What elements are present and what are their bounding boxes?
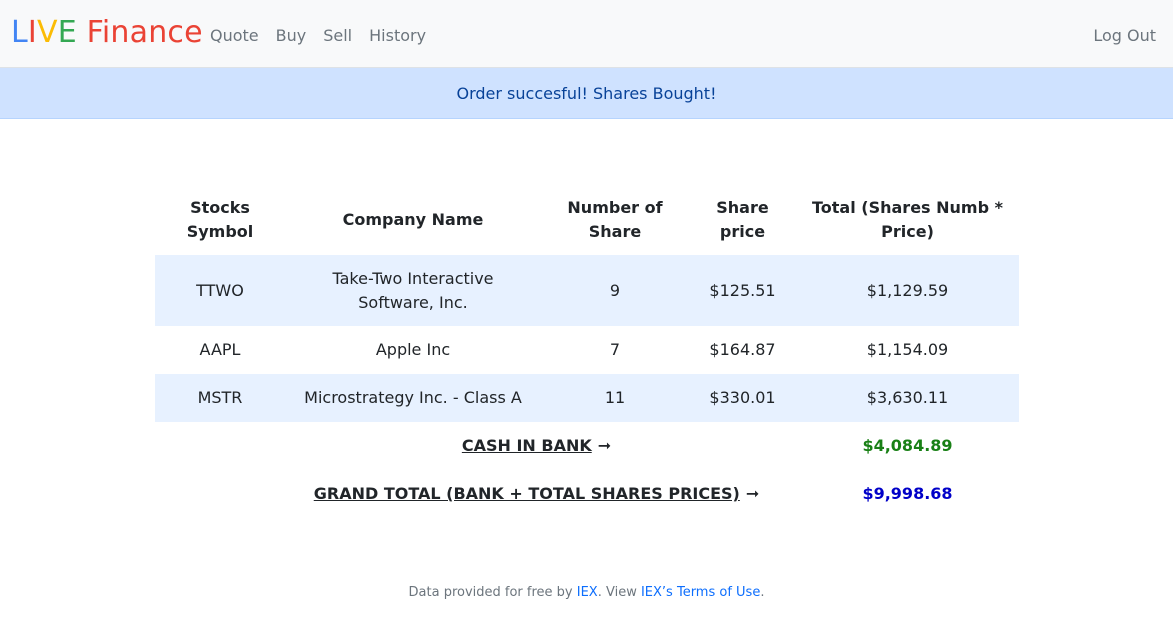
success-alert: Order succesful! Shares Bought! [0,68,1173,119]
footer-prefix: Data provided for free by [408,585,577,600]
terms-link[interactable]: IEX’s Terms of Use [641,585,760,600]
footer-suffix: . [760,585,765,600]
brand-finance: Finance [76,15,203,50]
iex-link[interactable]: IEX [577,585,598,600]
cell-price: $164.87 [709,340,776,359]
portfolio-table: Stocks Symbol Company Name Number of Sha… [155,184,1019,518]
cell-total: $1,154.09 [866,340,949,359]
footer-middle: . View [597,585,641,600]
nav-link-history[interactable]: History [369,24,426,48]
header-price: Share price [716,197,769,241]
header-symbol: Stocks Symbol [186,197,254,241]
cash-label: CASH IN BANK [461,436,592,455]
nav-link-sell[interactable]: Sell [323,24,352,48]
cell-total: $3,630.11 [866,388,949,407]
brand-logo[interactable]: LIVE Finance [11,13,203,53]
cell-shares: 11 [604,388,626,407]
table-row: MSTR Microstrategy Inc. - Class A 11 $33… [155,374,1019,422]
grand-total-row: GRAND TOTAL (BANK + TOTAL SHARES PRICES)… [155,470,1019,518]
grand-total-label-cell: GRAND TOTAL (BANK + TOTAL SHARES PRICES)… [155,470,796,518]
logout-link[interactable]: Log Out [1093,24,1156,48]
brand-letter-i: I [27,15,37,50]
footer: Data provided for free by IEX. View IEX’… [0,584,1173,602]
cell-symbol: TTWO [196,280,244,300]
nav-link-quote[interactable]: Quote [210,24,259,48]
cell-total: $1,129.59 [866,280,949,300]
grand-total-label: GRAND TOTAL (BANK + TOTAL SHARES PRICES) [313,484,740,503]
header-total: Total (Shares Numb * Price) [812,197,1003,241]
cell-symbol: AAPL [199,340,241,359]
cell-company: Take-Two Interactive Software, Inc. [332,268,494,312]
nav-link-buy[interactable]: Buy [276,24,307,48]
table-row: AAPL Apple Inc 7 $164.87 $1,154.09 [155,326,1019,374]
nav-links: Quote Buy Sell History [210,24,443,48]
table-header-row: Stocks Symbol Company Name Number of Sha… [155,184,1019,255]
cell-price: $125.51 [709,280,776,300]
brand-letter-l: L [11,15,28,50]
header-company: Company Name [342,209,484,229]
navbar: LIVE Finance Quote Buy Sell History Log … [0,0,1173,68]
table-row: TTWO Take-Two Interactive Software, Inc.… [155,255,1019,326]
cash-value: $4,084.89 [862,436,953,455]
cell-company: Microstrategy Inc. - Class A [304,388,522,407]
cell-company: Apple Inc [375,340,451,359]
grand-total-value: $9,998.68 [862,484,953,503]
cell-shares: 9 [609,280,621,300]
arrow-right-icon: ➞ [597,436,612,455]
cash-label-cell: CASH IN BANK ➞ [155,422,796,470]
brand-letter-v: V [36,15,58,50]
brand-letter-e: E [57,15,77,50]
header-shares: Number of Share [567,197,663,241]
cell-price: $330.01 [709,388,776,407]
arrow-right-icon: ➞ [745,484,760,503]
cell-symbol: MSTR [197,388,243,407]
cell-shares: 7 [609,340,621,359]
cash-row: CASH IN BANK ➞ $4,084.89 [155,422,1019,470]
